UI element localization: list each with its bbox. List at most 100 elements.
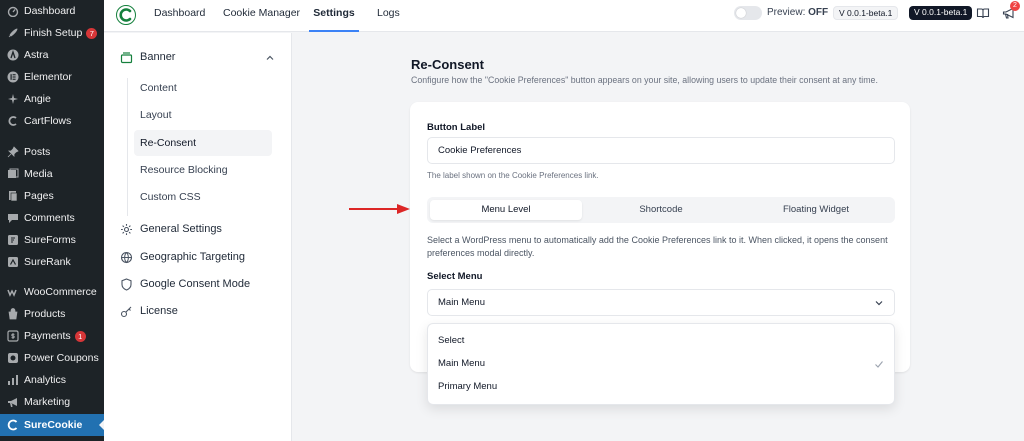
wp-menu-label: SureCookie (24, 419, 83, 431)
wp-menu-label: SureForms (24, 234, 76, 246)
select-menu-options: Select Main Menu Primary Menu (427, 323, 895, 405)
wp-menu-comments[interactable]: Comments (0, 207, 104, 229)
wp-menu-payments[interactable]: Payments 1 (0, 325, 104, 347)
elementor-icon (6, 71, 19, 84)
key-icon (120, 305, 133, 318)
preview-state: OFF (808, 7, 829, 18)
wp-menu-label: WooCommerce (24, 286, 97, 298)
nav-sub-content[interactable]: Content (134, 75, 272, 101)
dashboard-icon (6, 5, 19, 18)
media-icon (6, 168, 19, 181)
wp-menu-label: Power Coupons (24, 352, 99, 364)
wp-menu-angie[interactable]: Angie (0, 88, 104, 110)
nav-sub-resource-blocking[interactable]: Resource Blocking (134, 157, 272, 183)
nav-geographic-targeting[interactable]: Geographic Targeting (120, 246, 245, 268)
settings-sidebar: Banner Content Layout Re-Consent Resourc… (104, 33, 292, 441)
nav-banner-label: Banner (140, 51, 176, 63)
notification-badge: 1 (74, 330, 86, 342)
annotation-arrow-icon (349, 204, 410, 214)
nav-general-settings[interactable]: General Settings (120, 218, 222, 240)
nav-license[interactable]: License (120, 300, 178, 322)
nav-label: Google Consent Mode (140, 278, 251, 290)
version-badge-dark: V 0.0.1-beta.1 (909, 6, 973, 20)
wp-admin-sidebar: Dashboard Finish Setup 7 Astra Elementor… (0, 0, 104, 441)
version-badge-light: V 0.0.1-beta.1 (833, 6, 899, 20)
megaphone-icon (6, 396, 19, 409)
nav-banner[interactable]: Banner (120, 46, 175, 68)
wp-menu-surecookie[interactable]: SureCookie (0, 414, 104, 436)
wp-menu-surerank[interactable]: SureRank (0, 251, 104, 273)
wp-menu-woocommerce[interactable]: WooCommerce (0, 281, 104, 303)
page-title: Re-Consent (411, 57, 484, 72)
wp-menu-label: Posts (24, 146, 51, 158)
woocommerce-icon (6, 286, 19, 299)
tab-settings[interactable]: Settings (309, 0, 359, 32)
book-icon[interactable] (976, 6, 990, 20)
wp-menu-label: Pages (24, 190, 54, 202)
wp-menu-power-coupons[interactable]: Power Coupons (0, 347, 104, 369)
preview-status: Preview: OFF (767, 7, 828, 18)
notification-badge: 7 (86, 27, 98, 39)
preview-toggle[interactable] (734, 6, 762, 20)
wp-menu-label: Products (24, 308, 66, 320)
tab-dashboard[interactable]: Dashboard (154, 0, 205, 32)
button-label-help: The label shown on the Cookie Preference… (427, 171, 599, 180)
submenu-divider (127, 78, 128, 216)
tab-floating-widget[interactable]: Floating Widget (740, 200, 892, 220)
tab-shortcode[interactable]: Shortcode (585, 200, 737, 220)
notification-badge: 2 (1010, 1, 1020, 11)
select-menu-label: Select Menu (427, 271, 483, 282)
nav-sub-re-consent[interactable]: Re-Consent (134, 130, 272, 156)
nav-google-consent-mode[interactable]: Google Consent Mode (120, 273, 250, 295)
surecookie-icon (6, 419, 19, 432)
wp-menu-posts[interactable]: Posts (0, 141, 104, 163)
gear-icon (120, 223, 133, 236)
option-select[interactable]: Select (428, 330, 894, 352)
wp-menu-media[interactable]: Media (0, 163, 104, 185)
tab-cookie-manager[interactable]: Cookie Manager (223, 0, 300, 32)
wp-menu-pages[interactable]: Pages (0, 185, 104, 207)
top-navigation-bar: Dashboard Cookie Manager Settings Logs P… (104, 0, 1024, 32)
sureforms-icon (6, 234, 19, 247)
wp-menu-label: SureRank (24, 256, 71, 268)
tab-logs[interactable]: Logs (377, 0, 400, 32)
wp-menu-label: Comments (24, 212, 75, 224)
wp-menu-label: Marketing (24, 396, 71, 408)
wp-menu-label: Astra (24, 49, 49, 61)
tab-menu-level[interactable]: Menu Level (430, 200, 582, 220)
cartflows-icon (6, 115, 19, 128)
button-label-input[interactable] (427, 137, 895, 164)
chevron-down-icon (875, 301, 883, 306)
wp-menu-cartflows[interactable]: CartFlows (0, 110, 104, 132)
nav-sub-layout[interactable]: Layout (134, 102, 272, 128)
surecookie-logo-icon[interactable] (116, 5, 136, 25)
wp-menu-products[interactable]: Products (0, 303, 104, 325)
option-primary-menu[interactable]: Primary Menu (428, 376, 894, 398)
chevron-up-icon[interactable] (265, 53, 275, 63)
wp-menu-label: CartFlows (24, 115, 72, 127)
option-main-menu[interactable]: Main Menu (428, 353, 894, 375)
products-icon (6, 308, 19, 321)
select-menu-dropdown[interactable]: Main Menu (427, 289, 895, 316)
nav-label: License (140, 305, 178, 317)
shield-icon (120, 277, 133, 291)
wp-menu-marketing[interactable]: Marketing (0, 391, 104, 413)
astra-icon (6, 49, 19, 62)
rocket-icon (6, 27, 19, 40)
page-description: Configure how the "Cookie Preferences" b… (411, 75, 878, 85)
select-menu-value: Main Menu (438, 297, 485, 308)
angie-icon (6, 93, 19, 106)
nav-label: Geographic Targeting (140, 251, 245, 263)
payments-icon (6, 330, 19, 343)
wp-menu-analytics[interactable]: Analytics (0, 369, 104, 391)
wp-menu-sureforms[interactable]: SureForms (0, 229, 104, 251)
wp-menu-astra[interactable]: Astra (0, 44, 104, 66)
wp-menu-elementor[interactable]: Elementor (0, 66, 104, 88)
wp-menu-dashboard[interactable]: Dashboard (0, 0, 104, 22)
wp-menu-finish-setup[interactable]: Finish Setup 7 (0, 22, 104, 44)
nav-label: General Settings (140, 223, 222, 235)
nav-sub-custom-css[interactable]: Custom CSS (134, 184, 272, 210)
wp-menu-label: Payments (24, 330, 71, 342)
globe-icon (120, 251, 133, 264)
coupons-icon (6, 352, 19, 365)
